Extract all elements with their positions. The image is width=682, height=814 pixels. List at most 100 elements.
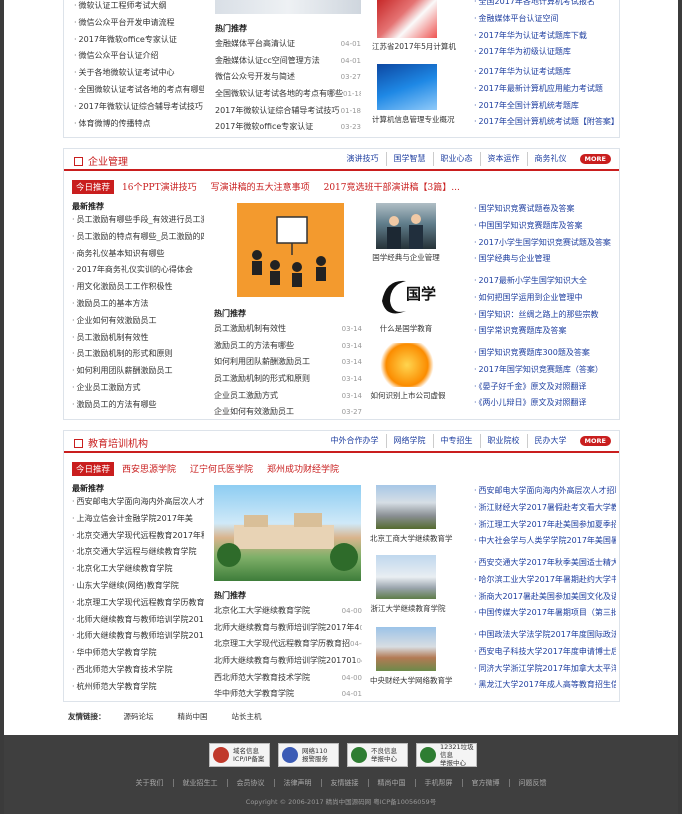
hot-item[interactable]: 微信公众号开发与简述 03-27 [215, 69, 361, 86]
list-item[interactable]: 北师大继续教育与教师培训学院201701 [72, 612, 204, 629]
thumb-btbu-caption[interactable]: 北京工商大学继续教育学 [370, 533, 453, 544]
list-item[interactable]: 2017年全国计算机统考试题【附答案】 [474, 114, 614, 131]
list-item[interactable]: 中大社会学与人类学学院2017年美国暑期游 [474, 533, 616, 550]
tab-career[interactable]: 职业心态 [432, 152, 480, 166]
list-item[interactable]: 山东大学继续(网络)教育学院 [72, 578, 204, 595]
list-item[interactable]: 西安电子科技大学2017年度申请博士后交 [474, 644, 616, 661]
friend-link[interactable]: 精尚中国 [178, 711, 208, 722]
hot-item[interactable]: 西北师范大学教育技术学院 04-00 [214, 670, 362, 687]
list-item[interactable]: 北京理工大学现代远程教育学历教育招 [72, 595, 204, 612]
thumb-cufe-caption[interactable]: 中央财经大学网络教育学 [370, 675, 453, 686]
top-thumb-1[interactable] [377, 0, 437, 38]
list-item[interactable]: 浙江财经大学2017暑假赴考文看大学教 [474, 500, 616, 517]
list-item[interactable]: 体育微博的传播特点 [74, 116, 204, 133]
hot-item[interactable]: 2017年微软认证综合辅导考试技巧 01-18 [215, 103, 361, 120]
hot-item[interactable]: 北师大继续教育与教师培训学院2017年404-00 [214, 620, 362, 637]
list-item[interactable]: 2017最新小学生国学知识大全 [474, 273, 616, 290]
list-item[interactable]: 员工激励有哪些手段_有效进行员工激 [72, 212, 204, 229]
today-link[interactable]: 辽宁何氏医学院 [190, 462, 253, 475]
feature-image-campus[interactable] [214, 485, 361, 581]
list-item[interactable]: 国学知识竞赛试题卷及答案 [474, 201, 616, 218]
list-item[interactable]: 微信公众平台认证介绍 [74, 48, 204, 65]
hot-item[interactable]: 激励员工的方法有哪些 03-14 [214, 338, 362, 355]
list-item[interactable]: 国学经典与企业管理 [474, 251, 616, 268]
list-item[interactable]: 员工激励的特点有哪些_员工激励的四 [72, 229, 204, 246]
thumb-cufe[interactable] [376, 627, 436, 671]
list-item[interactable]: 中国国学知识竞赛题库及答案 [474, 218, 616, 235]
list-item[interactable]: 同济大学浙江学院2017年加拿大太平洋 [474, 661, 616, 678]
list-item[interactable]: 2017年国学知识竞赛题库（答案） [474, 362, 616, 379]
list-item[interactable]: 西安邮电大学面向海内外高层次人才招 [72, 494, 204, 511]
hot-item[interactable]: 金融媒体平台高清认证 04-01 [215, 36, 361, 53]
tab-capital[interactable]: 资本运作 [479, 152, 527, 166]
thumb-business-caption[interactable]: 国学经典与企业管理 [370, 252, 442, 263]
footer-link[interactable]: 官方微博 [461, 779, 509, 787]
hot-item[interactable]: 企业员工激励方式 03-14 [214, 388, 362, 405]
footer-link[interactable]: 精尚中国 [367, 779, 415, 787]
list-item[interactable]: 如何利用团队薪酬激励员工 [72, 363, 204, 380]
list-item[interactable]: 关于各地微软认证考试中心 [74, 65, 204, 82]
thumb-company-caption[interactable]: 如何识别上市公司虚假 [370, 390, 446, 401]
feature-image-presentation[interactable] [237, 203, 344, 297]
list-item[interactable]: 国学知识竞赛题库300题及答案 [474, 345, 616, 362]
list-item[interactable]: 全国微软认证考试各地的考点有哪些 [74, 82, 204, 99]
thumb-zju-caption[interactable]: 浙江大学继续教育学院 [370, 603, 446, 614]
top-feature-image[interactable] [215, 0, 361, 14]
list-item[interactable]: 哈尔滨工业大学2017年暑期赴约大学书 [474, 572, 616, 589]
tab-secondary[interactable]: 中专招生 [432, 434, 480, 448]
hot-item[interactable]: 金融媒体认证cc空间管理方法 04-01 [215, 53, 361, 70]
list-item[interactable]: 北京化工大学继续教育学院 [72, 561, 204, 578]
hot-item[interactable]: 北京化工大学继续教育学院 04-00 [214, 603, 362, 620]
list-item[interactable]: 用文化激励员工工作积极性 [72, 279, 204, 296]
list-item[interactable]: 上海立信会计金融学院2017年美 [72, 511, 204, 528]
list-item[interactable]: 2017年微软认证综合辅导考试技巧 [74, 99, 204, 116]
badge-police[interactable]: 网络110 报警服务 [278, 743, 339, 767]
list-item[interactable]: 员工激励机制有效性 [72, 330, 204, 347]
list-item[interactable]: 微软认证工程师考试大纲 [74, 0, 204, 15]
hot-item[interactable]: 全国微软认证考试各地的考点有哪些01-18 [215, 86, 361, 103]
list-item[interactable]: 《两小儿辩日》原文及对照翻译 [474, 395, 616, 412]
badge-report[interactable]: 不良信息 举报中心 [347, 743, 408, 767]
list-item[interactable]: 北京交通大学现代远程教育2017年秋季 [72, 528, 204, 545]
top-thumb-2[interactable] [377, 64, 437, 110]
tab-guoxue[interactable]: 国学智慧 [385, 152, 433, 166]
footer-link[interactable]: 法律声明 [273, 779, 321, 787]
today-link[interactable]: 西安思源学院 [122, 462, 176, 475]
footer-link[interactable]: 友情链接 [320, 779, 368, 787]
list-item[interactable]: 浙江理工大学2017年赴美国参加夏季招 [474, 517, 616, 534]
today-link[interactable]: 2017竞选班干部演讲稿【3篇】... [324, 180, 460, 193]
badge-12321[interactable]: 12321垃圾信息 举报中心 [416, 743, 477, 767]
thumb-zju[interactable] [376, 555, 436, 599]
list-item[interactable]: 杭州师范大学教育学院 [72, 679, 204, 696]
list-item[interactable]: 浙商大2017暑赴美国参加美国文化及语言 [474, 589, 616, 606]
tab-online-college[interactable]: 网络学院 [385, 434, 433, 448]
top-thumb-2-caption[interactable]: 计算机信息管理专业概况 [372, 114, 455, 125]
hot-item[interactable]: 北师大继续教育与教师培训学院20170104-00 [214, 653, 362, 670]
today-link[interactable]: 写演讲稿的五大注意事项 [211, 180, 310, 193]
tab-vocational[interactable]: 职业院校 [479, 434, 527, 448]
list-item[interactable]: 西安邮电大学面向海内外高层次人才招聘 [474, 483, 616, 500]
thumb-guoxue[interactable]: 国学 [376, 271, 438, 321]
footer-link[interactable]: 就业招生工 [172, 779, 227, 787]
list-item[interactable]: 国学常识竞赛题库及答案 [474, 323, 616, 340]
list-item[interactable]: 2017年华为初级认证题库 [474, 44, 614, 61]
list-item[interactable]: 全国2017年各地计算机考试报名 [474, 0, 614, 11]
more-button[interactable]: MORE [579, 154, 611, 164]
today-link[interactable]: 16个PPT演讲技巧 [122, 180, 197, 193]
list-item[interactable]: 微信公众平台开发申请流程 [74, 15, 204, 32]
hot-item[interactable]: 2017年微软office专家认证 03-23 [215, 119, 361, 136]
footer-link[interactable]: 问题反馈 [508, 779, 556, 787]
list-item[interactable]: 《晏子好千金》原文及对照翻译 [474, 379, 616, 396]
hot-item[interactable]: 员工激励机制有效性 03-14 [214, 321, 362, 338]
list-item[interactable]: 2017年华为认证考试题库 [474, 64, 614, 81]
thumb-listed-company[interactable] [376, 343, 438, 387]
list-item[interactable]: 2017年华为认证考试题库下载 [474, 28, 614, 45]
friend-link[interactable]: 站长主机 [232, 711, 262, 722]
list-item[interactable]: 激励员工的方法有哪些 [72, 397, 204, 414]
today-link[interactable]: 郑州成功财经学院 [267, 462, 339, 475]
friend-link[interactable]: 源码论坛 [124, 711, 154, 722]
thumb-btbu[interactable] [376, 485, 436, 529]
list-item[interactable]: 北京交通大学远程与继续教育学院 [72, 544, 204, 561]
more-button[interactable]: MORE [579, 436, 611, 446]
list-item[interactable]: 2017年全国计算机统考题库 [474, 98, 614, 115]
